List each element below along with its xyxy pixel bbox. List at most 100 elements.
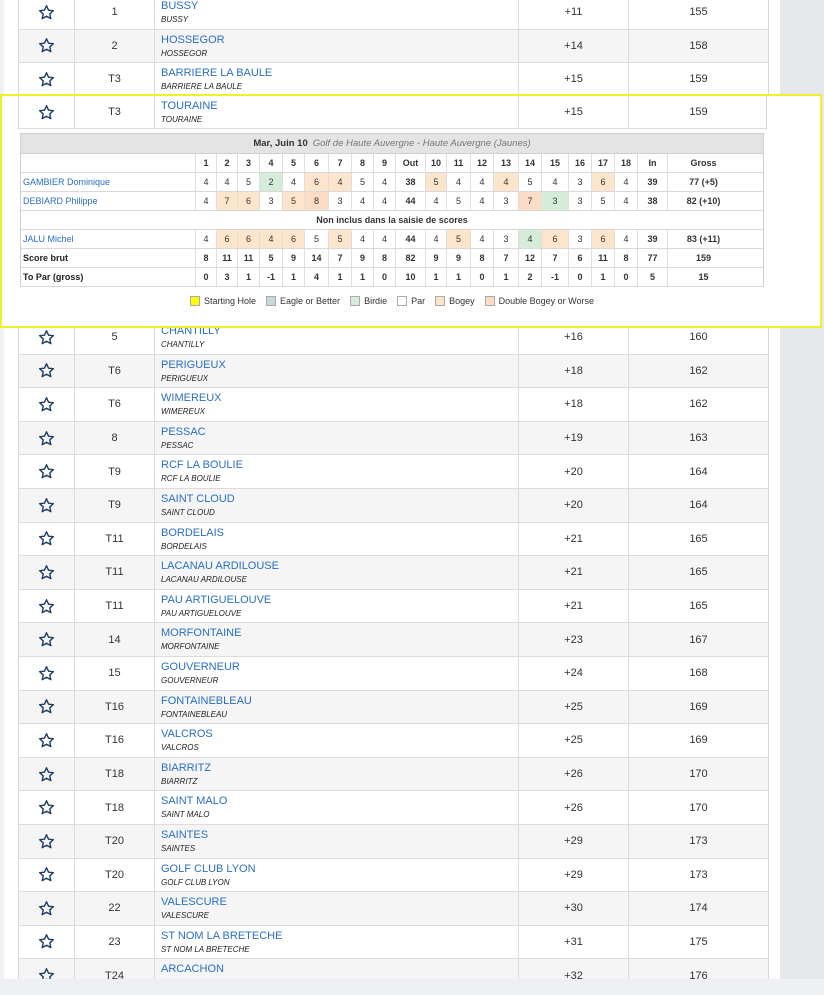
star-icon[interactable]: [38, 900, 55, 917]
favorite-cell[interactable]: [19, 925, 75, 959]
favorite-cell[interactable]: [19, 354, 75, 388]
star-icon[interactable]: [38, 799, 55, 816]
favorite-cell[interactable]: [19, 724, 75, 757]
favorite-cell[interactable]: [19, 623, 75, 656]
team-link[interactable]: PAU ARTIGUELOUVE: [161, 594, 271, 606]
team-link[interactable]: ST NOM LA BRETECHE: [161, 930, 282, 942]
favorite-cell[interactable]: [19, 959, 75, 979]
favorite-cell[interactable]: [19, 858, 75, 892]
star-icon[interactable]: [38, 37, 55, 54]
table-row[interactable]: T9 RCF LA BOULIE RCF LA BOULIE +20 164: [19, 455, 768, 489]
favorite-cell[interactable]: [19, 791, 75, 824]
star-icon[interactable]: [38, 665, 55, 682]
favorite-cell[interactable]: [19, 488, 75, 522]
score-cell: 4: [425, 230, 446, 248]
star-icon[interactable]: [38, 362, 55, 379]
table-row[interactable]: T18 SAINT MALO SAINT MALO +26 170: [19, 791, 768, 825]
star-icon[interactable]: [38, 329, 55, 346]
table-row[interactable]: 22 VALESCURE VALESCURE +30 174: [19, 892, 768, 926]
favorite-cell[interactable]: [19, 96, 75, 128]
team-link[interactable]: LACANAU ARDILOUSE: [161, 560, 279, 572]
team-link[interactable]: RCF LA BOULIE: [161, 459, 243, 471]
table-row[interactable]: T16 VALCROS VALCROS +25 169: [19, 724, 768, 758]
table-row[interactable]: 23 ST NOM LA BRETECHE ST NOM LA BRETECHE +3…: [19, 925, 768, 960]
star-icon[interactable]: [38, 564, 55, 581]
team-link[interactable]: HOSSEGOR: [161, 34, 225, 46]
player-name[interactable]: JALU Michel: [23, 230, 74, 248]
star-icon[interactable]: [38, 598, 55, 615]
star-icon[interactable]: [38, 967, 55, 979]
player-name[interactable]: GAMBIER Dominique: [23, 173, 110, 191]
table-row[interactable]: T24 ARCACHON ARCACHON +32 176: [19, 959, 768, 979]
team-link[interactable]: SAINT CLOUD: [161, 493, 235, 505]
table-row[interactable]: T11 BORDELAIS BORDELAIS +21 165: [19, 522, 768, 557]
team-link[interactable]: GOLF CLUB LYON: [161, 863, 256, 875]
favorite-cell[interactable]: [19, 589, 75, 623]
star-icon[interactable]: [38, 866, 55, 883]
favorite-cell[interactable]: [19, 892, 75, 925]
favorite-cell[interactable]: [19, 455, 75, 488]
team-link[interactable]: VALCROS: [161, 728, 213, 740]
player-name[interactable]: DEBIARD Philippe: [23, 192, 98, 210]
star-icon[interactable]: [38, 766, 55, 783]
table-row[interactable]: T9 SAINT CLOUD SAINT CLOUD +20 164: [19, 488, 768, 523]
table-row[interactable]: T11 PAU ARTIGUELOUVE PAU ARTIGUELOUVE +21 16…: [19, 589, 768, 624]
table-row[interactable]: T20 SAINTES SAINTES +29 173: [19, 824, 768, 859]
table-row[interactable]: T18 BIARRITZ BIARRITZ +26 170: [19, 757, 768, 792]
favorite-cell[interactable]: [19, 824, 75, 858]
table-row[interactable]: 14 MORFONTAINE MORFONTAINE +23 167: [19, 623, 768, 657]
team-link[interactable]: VALESCURE: [161, 896, 227, 908]
favorite-cell[interactable]: [19, 757, 75, 791]
table-row[interactable]: 1 BUSSY BUSSY +11 155: [19, 0, 768, 30]
star-icon[interactable]: [38, 4, 55, 21]
favorite-cell[interactable]: [19, 690, 75, 724]
team-link[interactable]: MORFONTAINE: [161, 627, 241, 639]
star-icon[interactable]: [38, 497, 55, 514]
star-icon[interactable]: [38, 396, 55, 413]
star-icon[interactable]: [38, 732, 55, 749]
star-icon[interactable]: [38, 71, 55, 88]
star-icon[interactable]: [38, 933, 55, 950]
table-row[interactable]: T16 FONTAINEBLEAU FONTAINEBLEAU +25 169: [19, 690, 768, 725]
team-link[interactable]: ARCACHON: [161, 963, 224, 975]
favorite-cell[interactable]: [19, 556, 75, 589]
table-row[interactable]: 15 GOUVERNEUR GOUVERNEUR +24 168: [19, 656, 768, 691]
table-row[interactable]: 5 CHANTILLY CHANTILLY +16 160: [19, 321, 768, 355]
table-row-selected[interactable]: T3 TOURAINE TOURAINE +15 159: [18, 96, 767, 129]
team-link[interactable]: PERIGUEUX: [161, 359, 226, 371]
star-icon[interactable]: [38, 463, 55, 480]
favorite-cell[interactable]: [19, 522, 75, 556]
star-icon[interactable]: [38, 530, 55, 547]
star-icon[interactable]: [38, 631, 55, 648]
team-link[interactable]: BORDELAIS: [161, 527, 224, 539]
favorite-cell[interactable]: [19, 63, 75, 96]
favorite-cell[interactable]: [19, 388, 75, 421]
favorite-cell[interactable]: [19, 0, 75, 29]
star-icon[interactable]: [38, 104, 55, 121]
team-link[interactable]: SAINT MALO: [161, 795, 227, 807]
table-row[interactable]: 8 PESSAC PESSAC +19 163: [19, 421, 768, 456]
favorite-cell[interactable]: [19, 421, 75, 455]
team-link[interactable]: BUSSY: [161, 0, 198, 12]
team-link[interactable]: BARRIERE LA BAULE: [161, 67, 272, 79]
table-row[interactable]: T20 GOLF CLUB LYON GOLF CLUB LYON +29 173: [19, 858, 768, 893]
table-row[interactable]: T3 BARRIERE LA BAULE BARRIERE LA BAULE +15 1…: [19, 63, 768, 97]
star-icon[interactable]: [38, 698, 55, 715]
favorite-cell[interactable]: [19, 656, 75, 690]
favorite-cell[interactable]: [19, 29, 75, 63]
team-link[interactable]: TOURAINE: [161, 100, 218, 112]
team-link[interactable]: CHANTILLY: [161, 325, 221, 337]
to-par-cell: +30: [519, 892, 629, 925]
table-row[interactable]: T6 PERIGUEUX PERIGUEUX +18 162: [19, 354, 768, 389]
team-link[interactable]: BIARRITZ: [161, 762, 211, 774]
team-link[interactable]: WIMEREUX: [161, 392, 222, 404]
team-link[interactable]: GOUVERNEUR: [161, 661, 240, 673]
star-icon[interactable]: [38, 430, 55, 447]
table-row[interactable]: T6 WIMEREUX WIMEREUX +18 162: [19, 388, 768, 422]
table-row[interactable]: 2 HOSSEGOR HOSSEGOR +14 158: [19, 29, 768, 64]
star-icon[interactable]: [38, 833, 55, 850]
team-link[interactable]: PESSAC: [161, 426, 206, 438]
team-link[interactable]: FONTAINEBLEAU: [161, 695, 252, 707]
table-row[interactable]: T11 LACANAU ARDILOUSE LACANAU ARDILOUSE +21…: [19, 556, 768, 590]
team-link[interactable]: SAINTES: [161, 829, 208, 841]
